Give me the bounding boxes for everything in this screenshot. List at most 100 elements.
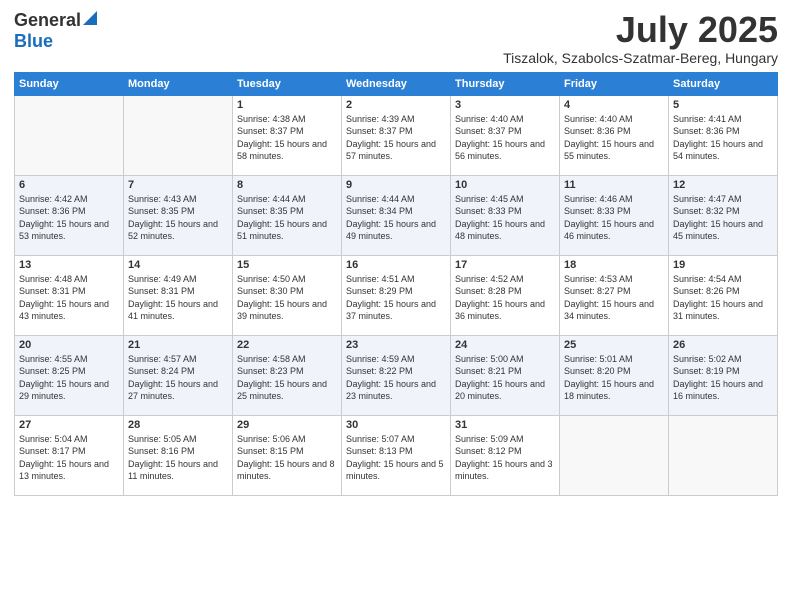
calendar-cell: 25 Sunrise: 5:01 AM Sunset: 8:20 PM Dayli… (560, 335, 669, 415)
day-info: Sunrise: 4:47 AM Sunset: 8:32 PM Dayligh… (673, 193, 773, 243)
day-number: 23 (346, 339, 446, 351)
calendar-cell: 15Sunrise: 4:50 AM Sunset: 8:30 PM Dayli… (233, 255, 342, 335)
calendar-cell: 30 Sunrise: 5:07 AM Sunset: 8:13 PM Dayli… (342, 415, 451, 495)
day-number: 14 (128, 259, 228, 271)
calendar-cell (560, 415, 669, 495)
calendar-cell: 20 Sunrise: 4:55 AM Sunset: 8:25 PM Dayli… (15, 335, 124, 415)
day-info: Sunrise: 4:54 AM Sunset: 8:26 PM Dayligh… (673, 273, 773, 323)
day-number: 16 (346, 259, 446, 271)
day-number: 27 (19, 419, 119, 431)
day-info: Sunrise: 4:52 AM Sunset: 8:28 PM Dayligh… (455, 273, 555, 323)
calendar-header-saturday: Saturday (669, 72, 778, 95)
day-info: Sunrise: 4:55 AM Sunset: 8:25 PM Dayligh… (19, 353, 119, 403)
day-number: 12 (673, 179, 773, 191)
calendar-cell: 11 Sunrise: 4:46 AM Sunset: 8:33 PM Dayli… (560, 175, 669, 255)
day-number: 17 (455, 259, 555, 271)
calendar-header-sunday: Sunday (15, 72, 124, 95)
subtitle: Tiszalok, Szabolcs-Szatmar-Bereg, Hungar… (503, 50, 778, 66)
day-number: 11 (564, 179, 664, 191)
day-number: 22 (237, 339, 337, 351)
day-info: Sunrise: 4:44 AM Sunset: 8:35 PM Dayligh… (237, 193, 337, 243)
calendar-cell: 5 Sunrise: 4:41 AM Sunset: 8:36 PM Daylig… (669, 95, 778, 175)
calendar-header-tuesday: Tuesday (233, 72, 342, 95)
day-number: 28 (128, 419, 228, 431)
day-info: Sunrise: 4:41 AM Sunset: 8:36 PM Dayligh… (673, 113, 773, 163)
day-info: Sunrise: 4:53 AM Sunset: 8:27 PM Dayligh… (564, 273, 664, 323)
calendar-cell: 22 Sunrise: 4:58 AM Sunset: 8:23 PM Dayli… (233, 335, 342, 415)
logo: General Blue (14, 10, 97, 52)
calendar-cell: 21 Sunrise: 4:57 AM Sunset: 8:24 PM Dayli… (124, 335, 233, 415)
day-number: 8 (237, 179, 337, 191)
calendar-cell: 28 Sunrise: 5:05 AM Sunset: 8:16 PM Dayli… (124, 415, 233, 495)
day-number: 19 (673, 259, 773, 271)
title-block: July 2025 Tiszalok, Szabolcs-Szatmar-Ber… (503, 10, 778, 66)
day-info: Sunrise: 4:59 AM Sunset: 8:22 PM Dayligh… (346, 353, 446, 403)
day-info: Sunrise: 5:06 AM Sunset: 8:15 PM Dayligh… (237, 433, 337, 483)
logo-general-text: General (14, 10, 81, 31)
day-info: Sunrise: 4:40 AM Sunset: 8:37 PM Dayligh… (455, 113, 555, 163)
day-number: 4 (564, 99, 664, 111)
calendar-cell (669, 415, 778, 495)
day-number: 20 (19, 339, 119, 351)
day-info: Sunrise: 4:42 AM Sunset: 8:36 PM Dayligh… (19, 193, 119, 243)
day-info: Sunrise: 4:44 AM Sunset: 8:34 PM Dayligh… (346, 193, 446, 243)
day-number: 30 (346, 419, 446, 431)
calendar-cell: 31Sunrise: 5:09 AM Sunset: 8:12 PM Dayli… (451, 415, 560, 495)
day-info: Sunrise: 4:46 AM Sunset: 8:33 PM Dayligh… (564, 193, 664, 243)
day-info: Sunrise: 5:05 AM Sunset: 8:16 PM Dayligh… (128, 433, 228, 483)
day-number: 7 (128, 179, 228, 191)
calendar-cell: 1Sunrise: 4:38 AM Sunset: 8:37 PM Daylig… (233, 95, 342, 175)
calendar-cell: 6 Sunrise: 4:42 AM Sunset: 8:36 PM Daylig… (15, 175, 124, 255)
calendar-cell: 23 Sunrise: 4:59 AM Sunset: 8:22 PM Dayli… (342, 335, 451, 415)
day-number: 5 (673, 99, 773, 111)
day-info: Sunrise: 4:40 AM Sunset: 8:36 PM Dayligh… (564, 113, 664, 163)
day-number: 9 (346, 179, 446, 191)
calendar: SundayMondayTuesdayWednesdayThursdayFrid… (14, 72, 778, 496)
calendar-header-row: SundayMondayTuesdayWednesdayThursdayFrid… (15, 72, 778, 95)
day-number: 25 (564, 339, 664, 351)
day-info: Sunrise: 5:01 AM Sunset: 8:20 PM Dayligh… (564, 353, 664, 403)
day-info: Sunrise: 4:58 AM Sunset: 8:23 PM Dayligh… (237, 353, 337, 403)
calendar-cell (15, 95, 124, 175)
calendar-week-row: 1Sunrise: 4:38 AM Sunset: 8:37 PM Daylig… (15, 95, 778, 175)
calendar-cell: 17 Sunrise: 4:52 AM Sunset: 8:28 PM Dayli… (451, 255, 560, 335)
calendar-cell (124, 95, 233, 175)
calendar-cell: 12 Sunrise: 4:47 AM Sunset: 8:32 PM Dayli… (669, 175, 778, 255)
day-number: 26 (673, 339, 773, 351)
day-number: 18 (564, 259, 664, 271)
day-info: Sunrise: 4:57 AM Sunset: 8:24 PM Dayligh… (128, 353, 228, 403)
day-info: Sunrise: 4:49 AM Sunset: 8:31 PM Dayligh… (128, 273, 228, 323)
day-number: 10 (455, 179, 555, 191)
calendar-header-wednesday: Wednesday (342, 72, 451, 95)
day-number: 31 (455, 419, 555, 431)
calendar-cell: 10 Sunrise: 4:45 AM Sunset: 8:33 PM Dayli… (451, 175, 560, 255)
calendar-week-row: 27 Sunrise: 5:04 AM Sunset: 8:17 PM Dayli… (15, 415, 778, 495)
day-info: Sunrise: 4:51 AM Sunset: 8:29 PM Dayligh… (346, 273, 446, 323)
day-info: Sunrise: 5:04 AM Sunset: 8:17 PM Dayligh… (19, 433, 119, 483)
calendar-week-row: 20 Sunrise: 4:55 AM Sunset: 8:25 PM Dayli… (15, 335, 778, 415)
calendar-cell: 4 Sunrise: 4:40 AM Sunset: 8:36 PM Daylig… (560, 95, 669, 175)
calendar-cell: 19 Sunrise: 4:54 AM Sunset: 8:26 PM Dayli… (669, 255, 778, 335)
logo-blue-text: Blue (14, 31, 53, 51)
calendar-cell: 29Sunrise: 5:06 AM Sunset: 8:15 PM Dayli… (233, 415, 342, 495)
calendar-cell: 9 Sunrise: 4:44 AM Sunset: 8:34 PM Daylig… (342, 175, 451, 255)
day-number: 15 (237, 259, 337, 271)
day-info: Sunrise: 5:00 AM Sunset: 8:21 PM Dayligh… (455, 353, 555, 403)
calendar-header-thursday: Thursday (451, 72, 560, 95)
day-info: Sunrise: 4:45 AM Sunset: 8:33 PM Dayligh… (455, 193, 555, 243)
day-info: Sunrise: 4:48 AM Sunset: 8:31 PM Dayligh… (19, 273, 119, 323)
header: General Blue July 2025 Tiszalok, Szabolc… (14, 10, 778, 66)
calendar-cell: 24Sunrise: 5:00 AM Sunset: 8:21 PM Dayli… (451, 335, 560, 415)
day-number: 21 (128, 339, 228, 351)
calendar-cell: 13 Sunrise: 4:48 AM Sunset: 8:31 PM Dayli… (15, 255, 124, 335)
day-info: Sunrise: 5:02 AM Sunset: 8:19 PM Dayligh… (673, 353, 773, 403)
day-number: 13 (19, 259, 119, 271)
day-number: 6 (19, 179, 119, 191)
day-info: Sunrise: 5:07 AM Sunset: 8:13 PM Dayligh… (346, 433, 446, 483)
calendar-header-monday: Monday (124, 72, 233, 95)
calendar-cell: 8 Sunrise: 4:44 AM Sunset: 8:35 PM Daylig… (233, 175, 342, 255)
day-number: 2 (346, 99, 446, 111)
calendar-week-row: 6 Sunrise: 4:42 AM Sunset: 8:36 PM Daylig… (15, 175, 778, 255)
day-info: Sunrise: 4:39 AM Sunset: 8:37 PM Dayligh… (346, 113, 446, 163)
day-info: Sunrise: 4:43 AM Sunset: 8:35 PM Dayligh… (128, 193, 228, 243)
